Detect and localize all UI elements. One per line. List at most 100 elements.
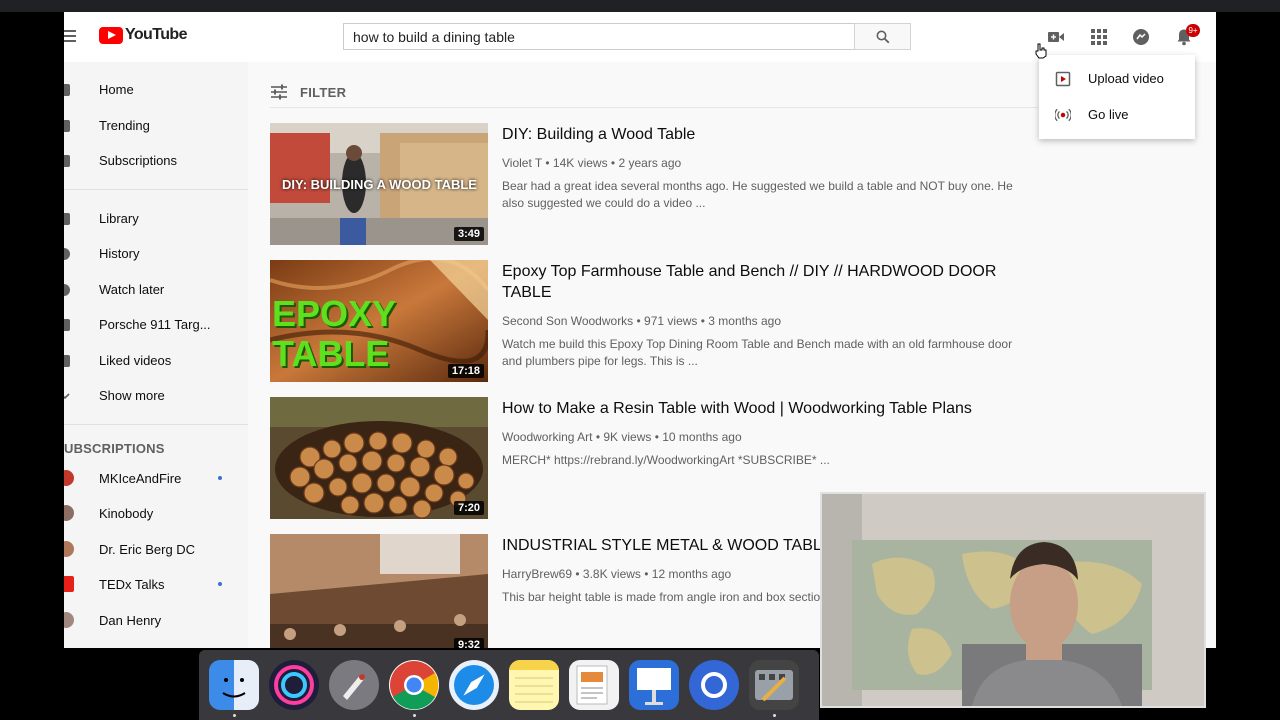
search-button[interactable] (854, 23, 911, 50)
video-thumbnail[interactable]: EPOXY TABLE 17:18 (270, 260, 488, 382)
video-thumbnail[interactable]: 7:20 (270, 397, 488, 519)
notes-icon[interactable] (509, 660, 559, 710)
browser-top-strip (0, 0, 1280, 12)
video-title[interactable]: How to Make a Resin Table with Wood | Wo… (502, 398, 1022, 419)
hand-cursor-icon (1035, 43, 1047, 59)
search-icon (876, 30, 890, 44)
sidebar-item-watch-later[interactable]: Watch later (64, 272, 248, 308)
sidebar-item-label: History (99, 246, 140, 261)
sidebar-divider (64, 424, 248, 425)
sidebar-item-show-more[interactable]: Show more (64, 378, 248, 414)
sidebar-item-subscriptions[interactable]: Subscriptions (64, 143, 248, 179)
avatar (64, 505, 74, 521)
sidebar-item-history[interactable]: History (64, 236, 248, 272)
avatar (64, 541, 74, 557)
menu-item-label: Upload video (1088, 71, 1164, 86)
fire-icon (64, 120, 70, 132)
finder-icon[interactable] (209, 660, 259, 710)
launchpad-icon[interactable] (329, 660, 379, 710)
video-meta: Woodworking Art • 9K views • 10 months a… (502, 430, 742, 444)
subscriptions-icon (64, 155, 70, 167)
webcam-image (822, 494, 1204, 706)
clock-icon (64, 284, 70, 296)
screen: YouTube how to build a dining table 9+ H… (0, 0, 1280, 720)
final-cut-icon[interactable] (749, 660, 799, 710)
chevron-down-icon (64, 393, 70, 400)
sidebar-subscription-item[interactable]: MKIceAndFire (64, 461, 248, 497)
video-description: Bear had a great idea several months ago… (502, 179, 1013, 210)
notification-badge: 9+ (1186, 24, 1200, 37)
apps-grid-icon[interactable] (1090, 28, 1108, 46)
thumbnail-caption: EPOXY (272, 293, 397, 334)
messages-icon[interactable] (1132, 28, 1150, 46)
sidebar-item-label: Library (99, 211, 139, 226)
video-description: MERCH* https://rebrand.ly/WoodworkingArt… (502, 453, 830, 467)
sidebar-item-label: Trending (99, 118, 150, 133)
create-video-icon[interactable] (1047, 28, 1065, 46)
sidebar-divider (64, 189, 248, 190)
subscription-label: TEDx Talks (99, 577, 165, 592)
youtube-play-icon (99, 26, 123, 44)
sidebar: Home Trending Subscriptions Library Hist… (64, 62, 248, 648)
webcam-overlay (820, 492, 1206, 708)
thumbs-up-icon (64, 355, 70, 367)
sidebar-item-library[interactable]: Library (64, 201, 248, 237)
running-indicator (233, 714, 236, 717)
video-result[interactable]: EPOXY TABLE 17:18 Epoxy Top Farmhouse Ta… (270, 260, 1030, 384)
chromium-icon[interactable] (689, 660, 739, 710)
video-result[interactable]: DIY: BUILDING A WOOD TABLE 3:49 DIY: Bui… (270, 123, 1030, 247)
menu-item-upload-video[interactable]: Upload video (1039, 61, 1195, 97)
sidebar-subscription-item[interactable]: Kinobody (64, 496, 248, 532)
history-icon (64, 248, 70, 260)
video-description: Watch me build this Epoxy Top Dining Roo… (502, 337, 1013, 368)
video-duration: 7:20 (453, 501, 484, 515)
subscription-label: Dr. Eric Berg DC (99, 542, 196, 557)
keynote-icon[interactable] (629, 660, 679, 710)
thumbnail-image (270, 534, 488, 648)
sidebar-item-home[interactable]: Home (64, 72, 248, 108)
safari-icon[interactable] (449, 660, 499, 710)
sidebar-item-label: Home (99, 82, 134, 97)
folder-icon (64, 213, 70, 225)
sidebar-subscription-item[interactable]: TEDx Talks (64, 567, 248, 603)
avatar (64, 470, 74, 486)
logo-text: YouTube (125, 26, 187, 43)
chrome-icon[interactable] (389, 660, 439, 710)
playlist-icon (64, 319, 70, 331)
youtube-logo[interactable]: YouTube (99, 26, 187, 44)
video-duration: 3:49 (453, 227, 484, 241)
video-duration: 9:32 (453, 638, 484, 648)
sidebar-item-liked-videos[interactable]: Liked videos (64, 343, 248, 379)
filter-sliders-icon (271, 84, 287, 100)
running-indicator (773, 714, 776, 717)
sidebar-item-label: Liked videos (99, 353, 172, 368)
upload-video-icon (1055, 71, 1071, 87)
subscription-label: Dan Henry (99, 613, 162, 628)
upload-menu: Upload video Go live (1039, 55, 1195, 139)
video-title[interactable]: Epoxy Top Farmhouse Table and Bench // D… (502, 261, 1022, 303)
video-meta: HarryBrew69 • 3.8K views • 12 months ago (502, 567, 732, 581)
pages-icon[interactable] (569, 660, 619, 710)
running-indicator (413, 714, 416, 717)
search-input[interactable]: how to build a dining table (343, 23, 855, 50)
sidebar-item-label: Porsche 911 Targ... (99, 317, 211, 332)
sidebar-item-label: Subscriptions (99, 153, 178, 168)
sidebar-item-label: Watch later (99, 282, 165, 297)
new-content-dot (218, 582, 222, 586)
video-meta: Second Son Woodworks • 971 views • 3 mon… (502, 314, 781, 328)
thumbnail-caption: DIY: BUILDING A WOOD TABLE (282, 177, 477, 192)
video-meta: Violet T • 14K views • 2 years ago (502, 156, 682, 170)
menu-icon[interactable] (64, 30, 76, 42)
video-thumbnail[interactable]: DIY: BUILDING A WOOD TABLE 3:49 (270, 123, 488, 245)
siri-icon[interactable] (269, 660, 319, 710)
menu-item-go-live[interactable]: Go live (1039, 97, 1195, 133)
subscriptions-heading: UBSCRIPTIONS (64, 441, 165, 456)
sidebar-subscription-item[interactable]: Dan Henry (64, 603, 248, 639)
video-thumbnail[interactable]: 9:32 (270, 534, 488, 648)
sidebar-item-playlist[interactable]: Porsche 911 Targ... (64, 307, 248, 343)
sidebar-subscription-item[interactable]: Dr. Eric Berg DC (64, 532, 248, 568)
video-duration: 17:18 (447, 364, 484, 378)
macos-dock (199, 650, 819, 720)
sidebar-item-trending[interactable]: Trending (64, 108, 248, 144)
video-title[interactable]: DIY: Building a Wood Table (502, 124, 1022, 145)
